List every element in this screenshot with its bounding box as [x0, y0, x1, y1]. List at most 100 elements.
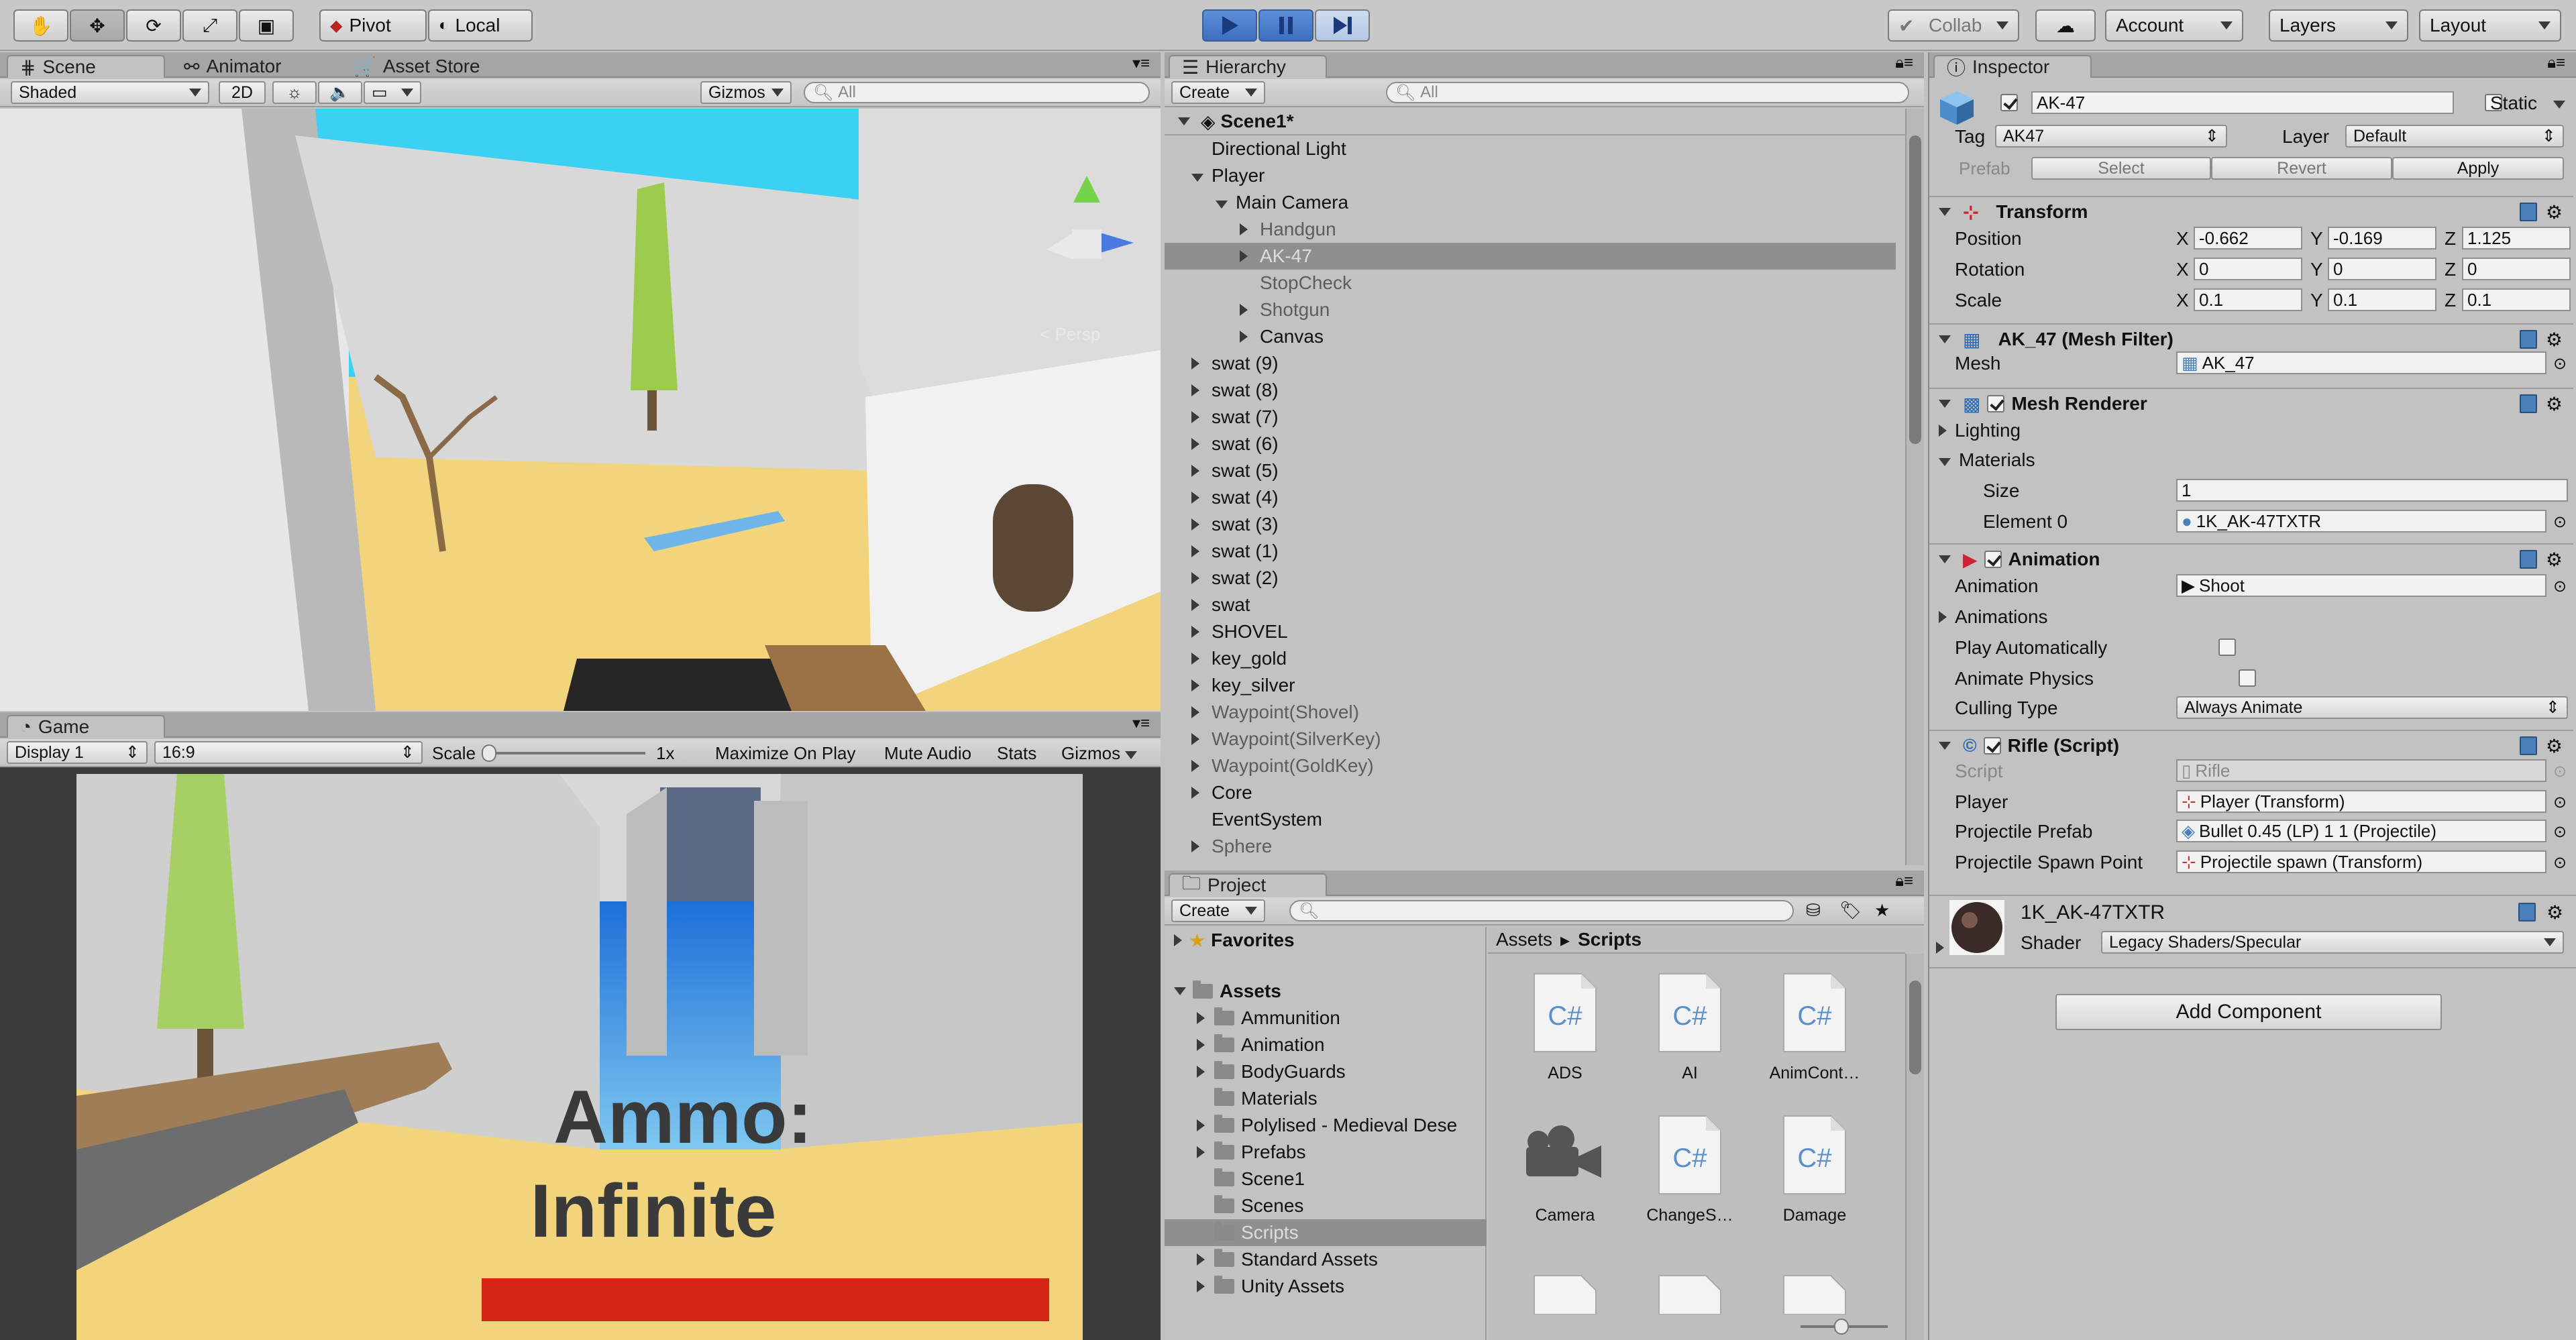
static-dropdown-icon[interactable] [2553, 101, 2565, 109]
expand-icon[interactable] [1191, 594, 1212, 616]
favorites-row[interactable]: ★ Favorites [1165, 927, 1485, 954]
element0-field[interactable]: ● 1K_AK-47TXTR [2176, 510, 2546, 533]
help-book-icon[interactable] [2520, 203, 2537, 221]
hierarchy-row[interactable]: swat (3) [1165, 511, 1896, 538]
collapse-icon[interactable] [1191, 165, 1212, 186]
expand-icon[interactable] [1191, 782, 1212, 803]
pivot-toggle[interactable]: ◆ Pivot [319, 9, 427, 42]
folder-row[interactable]: Animation [1165, 1031, 1487, 1058]
animation-clip-field[interactable]: ▶ Shoot [2176, 574, 2546, 597]
hierarchy-row[interactable]: Player [1165, 162, 1896, 189]
expand-icon[interactable] [1197, 1115, 1214, 1136]
scale-slider[interactable] [487, 752, 645, 755]
transform-y-field[interactable]: 0 [2328, 258, 2436, 280]
expand-icon[interactable] [1191, 514, 1212, 535]
mesh-filter-header[interactable]: ▦ AK_47 (Mesh Filter) ⚙ [1929, 323, 2573, 354]
transform-z-field[interactable]: 0.1 [2462, 288, 2571, 311]
object-picker-icon[interactable]: ⊙ [2553, 793, 2567, 812]
move-tool-icon[interactable]: ✥ [70, 9, 125, 42]
maximize-on-play-toggle[interactable]: Maximize On Play [715, 743, 856, 764]
gizmos-dropdown[interactable]: Gizmos [700, 81, 792, 104]
expand-icon[interactable] [1191, 487, 1212, 508]
hand-tool-icon[interactable]: ✋ [13, 9, 68, 42]
hierarchy-search-input[interactable]: 🔍︎ All [1386, 82, 1909, 103]
folder-row[interactable]: Scripts [1165, 1219, 1487, 1246]
expand-icon[interactable] [1191, 567, 1212, 589]
hierarchy-row[interactable]: Core [1165, 779, 1896, 806]
object-name-field[interactable]: AK-47 [2031, 91, 2454, 114]
scene-search-input[interactable]: 🔍︎ All [804, 82, 1150, 103]
gear-icon[interactable]: ⚙ [2546, 901, 2563, 924]
hierarchy-row[interactable]: StopCheck [1165, 270, 1896, 296]
help-book-icon[interactable] [2520, 550, 2537, 569]
expand-icon[interactable] [1240, 219, 1260, 240]
hierarchy-row[interactable]: Waypoint(Shovel) [1165, 699, 1896, 726]
expand-icon[interactable] [1191, 621, 1212, 643]
transform-z-field[interactable]: 1.125 [2462, 227, 2571, 249]
prefab-select-button[interactable]: Select [2031, 157, 2211, 180]
expand-icon[interactable] [1191, 728, 1212, 750]
csharp-script-icon[interactable] [1533, 1274, 1597, 1317]
layout-dropdown[interactable]: Layout [2419, 9, 2561, 42]
hierarchy-row[interactable]: swat (6) [1165, 431, 1896, 457]
hierarchy-row[interactable]: Directional Light [1165, 135, 1896, 162]
animations-foldout[interactable]: Animations [1939, 606, 2048, 628]
panel-menu-icon[interactable]: ▾≡ [1132, 54, 1150, 73]
help-book-icon[interactable] [2518, 903, 2536, 922]
rifle-enabled-checkbox[interactable] [1983, 737, 2001, 755]
hierarchy-scrollbar[interactable] [1905, 109, 1924, 865]
lock-icon[interactable]: 🔒︎≡ [2547, 54, 2565, 72]
expand-icon[interactable] [1197, 1249, 1214, 1270]
tag-dropdown[interactable]: AK47 ⇕ [1995, 125, 2227, 148]
tab-inspector[interactable]: ⓘ Inspector [1933, 55, 2092, 78]
breadcrumb-scripts[interactable]: Scripts [1578, 929, 1642, 950]
hierarchy-row[interactable]: AK-47 [1165, 243, 1896, 270]
aspect-dropdown[interactable]: 16:9 ⇕ [154, 741, 423, 764]
tab-asset-store[interactable]: 🛒 Asset Store [341, 55, 492, 78]
transform-y-field[interactable]: 0.1 [2328, 288, 2436, 311]
lighting-toggle-icon[interactable]: ☼ [272, 81, 317, 104]
prefab-apply-button[interactable]: Apply [2392, 157, 2564, 180]
expand-icon[interactable] [1191, 541, 1212, 562]
tab-animator[interactable]: ⚯ Animator [172, 55, 294, 78]
hierarchy-row[interactable]: swat (2) [1165, 565, 1896, 592]
layers-dropdown[interactable]: Layers [2269, 9, 2408, 42]
animation-enabled-checkbox[interactable] [1984, 551, 2002, 568]
expand-icon[interactable] [1191, 380, 1212, 401]
hierarchy-row[interactable]: key_silver [1165, 672, 1896, 699]
lock-icon[interactable]: 🔒︎≡ [1895, 54, 1913, 72]
hierarchy-row[interactable]: swat (8) [1165, 377, 1896, 404]
prefab-revert-button[interactable]: Revert [2211, 157, 2392, 180]
csharp-script-icon[interactable] [1782, 1274, 1847, 1317]
gear-icon[interactable]: ⚙ [2546, 393, 2563, 415]
folder-row[interactable]: Unity Assets [1165, 1273, 1487, 1300]
object-picker-icon[interactable]: ⊙ [2553, 577, 2567, 596]
folder-row[interactable]: BodyGuards [1165, 1058, 1487, 1085]
transform-x-field[interactable]: -0.662 [2194, 227, 2302, 249]
culling-type-dropdown[interactable]: Always Animate ⇕ [2176, 696, 2568, 719]
materials-size-field[interactable]: 1 [2176, 479, 2568, 502]
folder-row[interactable]: Polylised - Medieval Dese [1165, 1112, 1487, 1139]
tab-game[interactable]: ◔ Game [7, 715, 165, 738]
object-picker-icon[interactable]: ⊙ [2553, 822, 2567, 842]
asset-item[interactable]: C# AnimCont… [1754, 970, 1875, 1104]
player-field[interactable]: ⊹ Player (Transform) [2176, 790, 2546, 813]
rifle-script-header[interactable]: © Rifle (Script) ⚙ [1929, 730, 2573, 761]
csharp-script-icon[interactable] [1658, 1274, 1722, 1317]
filter-label-icon[interactable]: 🏷︎ [1839, 900, 1862, 921]
object-picker-icon[interactable]: ⊙ [2553, 354, 2567, 374]
expand-icon[interactable] [1191, 702, 1212, 723]
rotate-tool-icon[interactable]: ⟳ [126, 9, 181, 42]
collapse-icon[interactable] [1216, 192, 1236, 213]
hierarchy-row[interactable]: swat (1) [1165, 538, 1896, 565]
hierarchy-row[interactable]: swat [1165, 592, 1896, 618]
scene-root-row[interactable]: ◈ Scene1* [1165, 109, 1924, 135]
cloud-icon[interactable]: ☁ [2035, 9, 2096, 42]
audio-toggle-icon[interactable]: 🔈 [318, 81, 362, 104]
project-search-input[interactable]: 🔍︎ [1289, 900, 1794, 922]
hierarchy-row[interactable]: Shotgun [1165, 296, 1896, 323]
hierarchy-row[interactable]: swat (4) [1165, 484, 1896, 511]
asset-item[interactable]: C# Damage [1754, 1112, 1875, 1246]
expand-icon[interactable] [1191, 433, 1212, 455]
expand-icon[interactable] [1197, 1061, 1214, 1082]
